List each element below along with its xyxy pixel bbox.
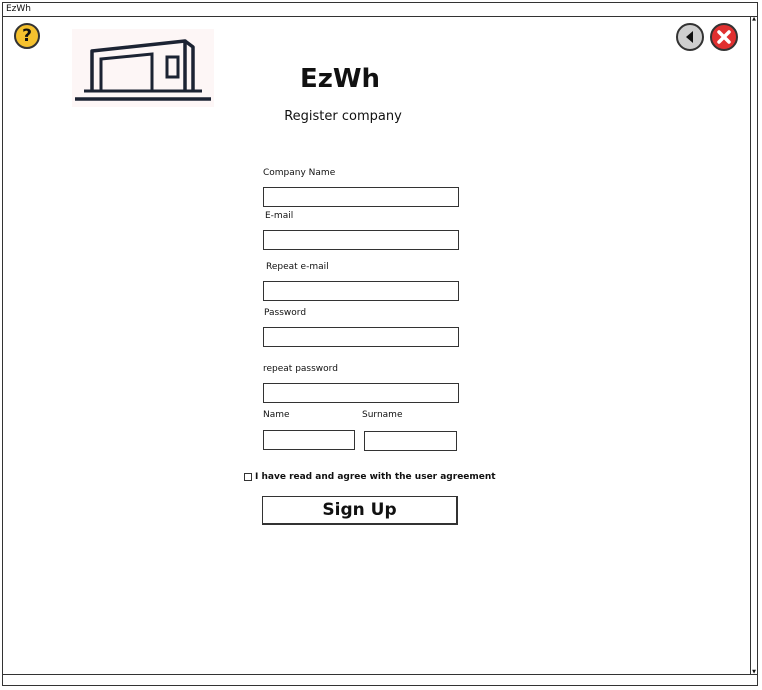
surname-input[interactable]	[364, 431, 457, 451]
repeat-email-label: Repeat e-mail	[266, 262, 329, 272]
window-title: EzWh	[3, 3, 757, 17]
sign-up-button[interactable]: Sign Up	[262, 496, 458, 525]
email-input[interactable]	[263, 230, 459, 250]
surname-label: Surname	[362, 410, 403, 420]
back-button[interactable]	[676, 23, 704, 51]
vertical-scrollbar[interactable]: ▲ ▼	[750, 16, 757, 675]
name-label: Name	[263, 410, 290, 420]
back-arrow-icon	[686, 31, 693, 43]
repeat-password-input[interactable]	[263, 383, 459, 403]
help-button[interactable]: ?	[14, 23, 40, 49]
agreement-row: I have read and agree with the user agre…	[244, 472, 496, 482]
repeat-email-input[interactable]	[263, 281, 459, 301]
agreement-label: I have read and agree with the user agre…	[255, 472, 496, 482]
warehouse-icon	[75, 39, 211, 101]
company-name-label: Company Name	[263, 168, 336, 178]
page-subtitle: Register company	[284, 109, 402, 124]
horizontal-scrollbar[interactable]	[3, 674, 757, 685]
scroll-up-icon[interactable]: ▲	[751, 16, 757, 22]
password-input[interactable]	[263, 327, 459, 347]
close-icon	[717, 30, 731, 44]
password-label: Password	[264, 308, 307, 318]
name-input[interactable]	[263, 430, 355, 450]
question-mark-icon: ?	[22, 26, 32, 46]
warehouse-logo	[72, 29, 214, 107]
email-label: E-mail	[265, 211, 294, 221]
company-name-input[interactable]	[263, 187, 459, 207]
agreement-checkbox[interactable]	[244, 472, 252, 481]
close-button[interactable]	[710, 23, 738, 51]
repeat-password-label: repeat password	[263, 364, 338, 374]
app-title: EzWh	[299, 64, 381, 94]
